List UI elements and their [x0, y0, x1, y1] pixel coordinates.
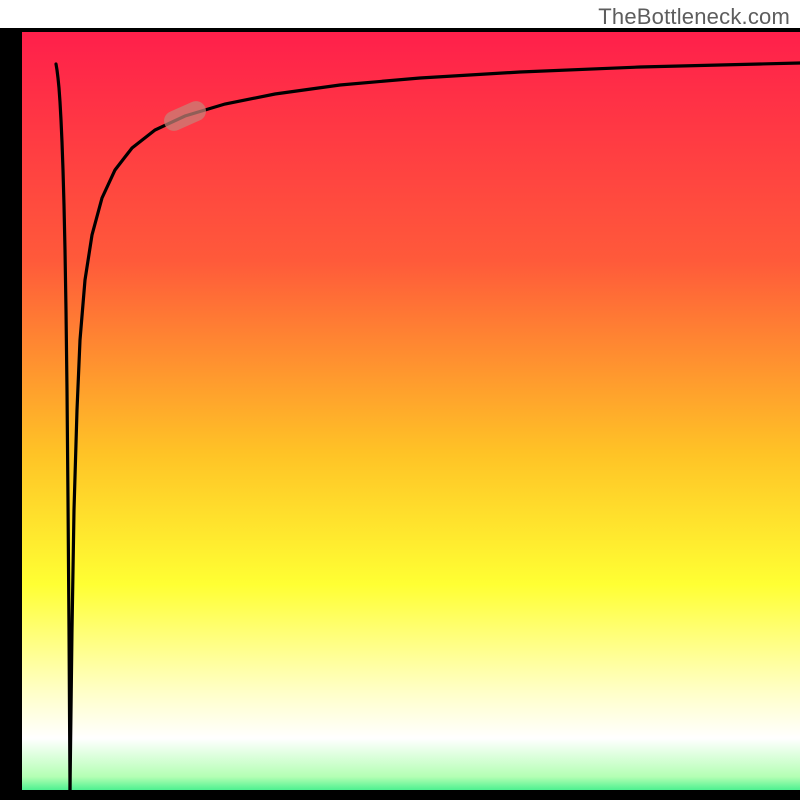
- chart-stage: TheBottleneck.com: [0, 0, 800, 800]
- frame-bottom: [0, 790, 800, 800]
- bottleneck-chart: [0, 0, 800, 800]
- watermark-text: TheBottleneck.com: [598, 4, 790, 30]
- frame-left: [0, 30, 22, 800]
